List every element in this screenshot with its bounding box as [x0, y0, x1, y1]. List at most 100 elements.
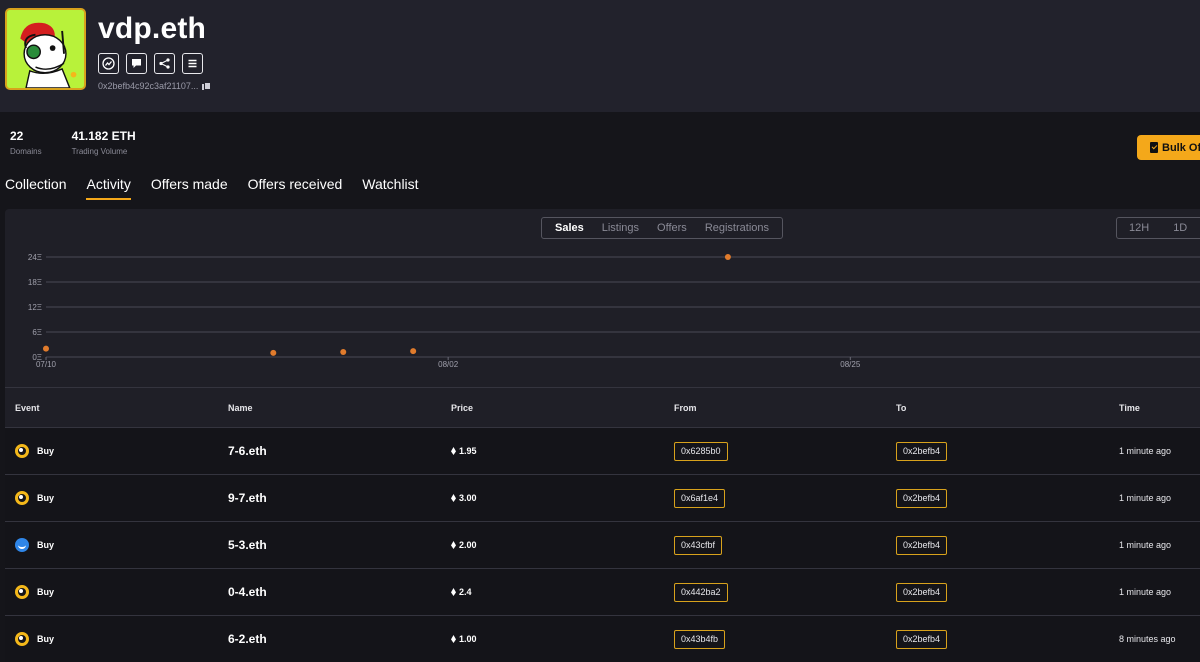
domain-name-link[interactable]: 6-2.eth: [228, 616, 267, 662]
table-header: Event Name Price From To Time: [5, 387, 1200, 428]
menu-button[interactable]: [182, 53, 203, 74]
avatar-image: [7, 10, 84, 88]
tab-activity[interactable]: Activity: [86, 176, 132, 200]
to-cell: 0x2befb4: [896, 428, 948, 474]
col-from: From: [674, 403, 697, 413]
from-address[interactable]: 0x43cfbf: [674, 535, 723, 555]
event-label: Buy: [37, 634, 55, 644]
to-cell: 0x2befb4: [896, 522, 948, 568]
filter-sales[interactable]: Sales: [546, 222, 593, 234]
tab-offers-received[interactable]: Offers received: [248, 176, 343, 200]
price-cell: 3.00: [451, 475, 477, 521]
time-cell: 1 minute ago: [1119, 587, 1172, 597]
domain-name-link[interactable]: 9-7.eth: [228, 475, 267, 521]
message-button[interactable]: [126, 53, 147, 74]
to-address[interactable]: 0x2befb4: [896, 488, 948, 508]
sales-chart-svg: 0Ξ6Ξ12Ξ18Ξ24Ξ07/10 08/02 08/25: [28, 253, 1200, 369]
profile-stats: 22 Domains 41.182 ETH Trading Volume: [10, 129, 136, 156]
domain-name-link[interactable]: 7-6.eth: [228, 428, 267, 474]
sale-point[interactable]: [43, 345, 49, 352]
event-label: Buy: [37, 446, 55, 456]
filter-registrations[interactable]: Registrations: [696, 222, 778, 234]
analytics-button[interactable]: [98, 53, 119, 74]
col-name: Name: [228, 403, 253, 413]
from-address[interactable]: 0x43b4fb: [674, 629, 726, 649]
stat-domains: 22 Domains: [10, 129, 42, 156]
profile-tabs: Collection Activity Offers made Offers r…: [5, 176, 419, 200]
menu-icon: [188, 59, 197, 68]
sale-point[interactable]: [724, 254, 731, 260]
event-label: Buy: [37, 587, 55, 597]
table-row[interactable]: Buy 9-7.eth 3.00 0x6af1e4 0x2befb4 1 min…: [5, 475, 1200, 522]
from-address[interactable]: 0x6af1e4: [674, 488, 726, 508]
eth-icon: [451, 447, 456, 455]
stat-value: 41.182 ETH: [71, 129, 136, 143]
range-1d[interactable]: 1D: [1161, 222, 1199, 234]
eth-icon: [451, 541, 456, 549]
event-label: Buy: [37, 540, 55, 550]
table-row[interactable]: Buy 6-2.eth 1.00 0x43b4fb 0x2befb4 8 min…: [5, 616, 1200, 662]
x-tick-label: 07/10: [36, 360, 57, 369]
domain-name-link[interactable]: 5-3.eth: [228, 522, 267, 568]
profile-avatar: [5, 8, 86, 90]
filter-offers[interactable]: Offers: [648, 222, 696, 234]
domain-name-link[interactable]: 0-4.eth: [228, 569, 267, 615]
from-cell: 0x43b4fb: [674, 616, 726, 662]
event-type-filter: Sales Listings Offers Registrations: [541, 217, 784, 239]
table-row[interactable]: Buy 0-4.eth 2.4 0x442ba2 0x2befb4 1 minu…: [5, 569, 1200, 616]
tab-watchlist[interactable]: Watchlist: [362, 176, 418, 200]
from-cell: 0x6285b0: [674, 428, 728, 474]
bulk-offer-button[interactable]: Bulk Of: [1137, 135, 1200, 160]
to-cell: 0x2befb4: [896, 616, 948, 662]
analytics-icon: [102, 57, 115, 70]
share-button[interactable]: [154, 53, 175, 74]
sale-point[interactable]: [270, 349, 277, 356]
event-cell: Buy: [15, 522, 54, 568]
from-cell: 0x442ba2: [674, 569, 728, 615]
tab-collection[interactable]: Collection: [5, 176, 66, 200]
to-address[interactable]: 0x2befb4: [896, 582, 948, 602]
to-address[interactable]: 0x2befb4: [896, 535, 948, 555]
filter-listings[interactable]: Listings: [593, 222, 648, 234]
sale-point[interactable]: [410, 348, 417, 355]
from-cell: 0x6af1e4: [674, 475, 726, 521]
price-value: 3.00: [459, 493, 477, 503]
event-cell: Buy: [15, 569, 54, 615]
to-address[interactable]: 0x2befb4: [896, 441, 948, 461]
profile-name: vdp.eth: [98, 12, 207, 45]
sale-point[interactable]: [340, 349, 347, 355]
stat-trading-volume: 41.182 ETH Trading Volume: [72, 129, 136, 156]
marketplace-icon: [15, 444, 29, 458]
to-address[interactable]: 0x2befb4: [896, 629, 948, 649]
table-row[interactable]: Buy 5-3.eth 2.00 0x43cfbf 0x2befb4 1 min…: [5, 522, 1200, 569]
y-tick-label: 6Ξ: [32, 328, 42, 337]
wallet-address-text: 0x2befb4c92c3af21107...: [98, 81, 199, 91]
copy-icon[interactable]: [202, 82, 212, 90]
eth-icon: [451, 588, 456, 596]
y-tick-label: 24Ξ: [28, 253, 42, 262]
activity-panel: Sales Listings Offers Registrations 12H …: [5, 209, 1200, 662]
clipboard-icon: [1150, 142, 1158, 153]
to-cell: 0x2befb4: [896, 569, 948, 615]
from-address[interactable]: 0x442ba2: [674, 582, 728, 602]
marketplace-icon: [15, 585, 29, 599]
event-cell: Buy: [15, 428, 54, 474]
profile-header: vdp.eth 0x2befb4c92c3af21107...: [0, 0, 1200, 112]
x-tick-label: 08/02: [438, 360, 459, 369]
time-range-filter: 12H 1D: [1116, 217, 1200, 239]
time-cell: 1 minute ago: [1119, 446, 1172, 456]
profile-actions: [98, 53, 203, 74]
price-value: 1.95: [459, 446, 477, 456]
range-12h[interactable]: 12H: [1117, 222, 1161, 234]
time-cell: 1 minute ago: [1119, 540, 1172, 550]
activity-table-body: Buy 7-6.eth 1.95 0x6285b0 0x2befb4 1 min…: [5, 428, 1200, 662]
eth-icon: [451, 635, 456, 643]
share-icon: [159, 58, 170, 69]
eth-icon: [451, 494, 456, 502]
table-row[interactable]: Buy 7-6.eth 1.95 0x6285b0 0x2befb4 1 min…: [5, 428, 1200, 475]
from-address[interactable]: 0x6285b0: [674, 441, 728, 461]
col-time: Time: [1119, 403, 1140, 413]
price-cell: 1.00: [451, 616, 477, 662]
tab-offers-made[interactable]: Offers made: [151, 176, 228, 200]
bulk-offer-label: Bulk Of: [1162, 141, 1200, 154]
